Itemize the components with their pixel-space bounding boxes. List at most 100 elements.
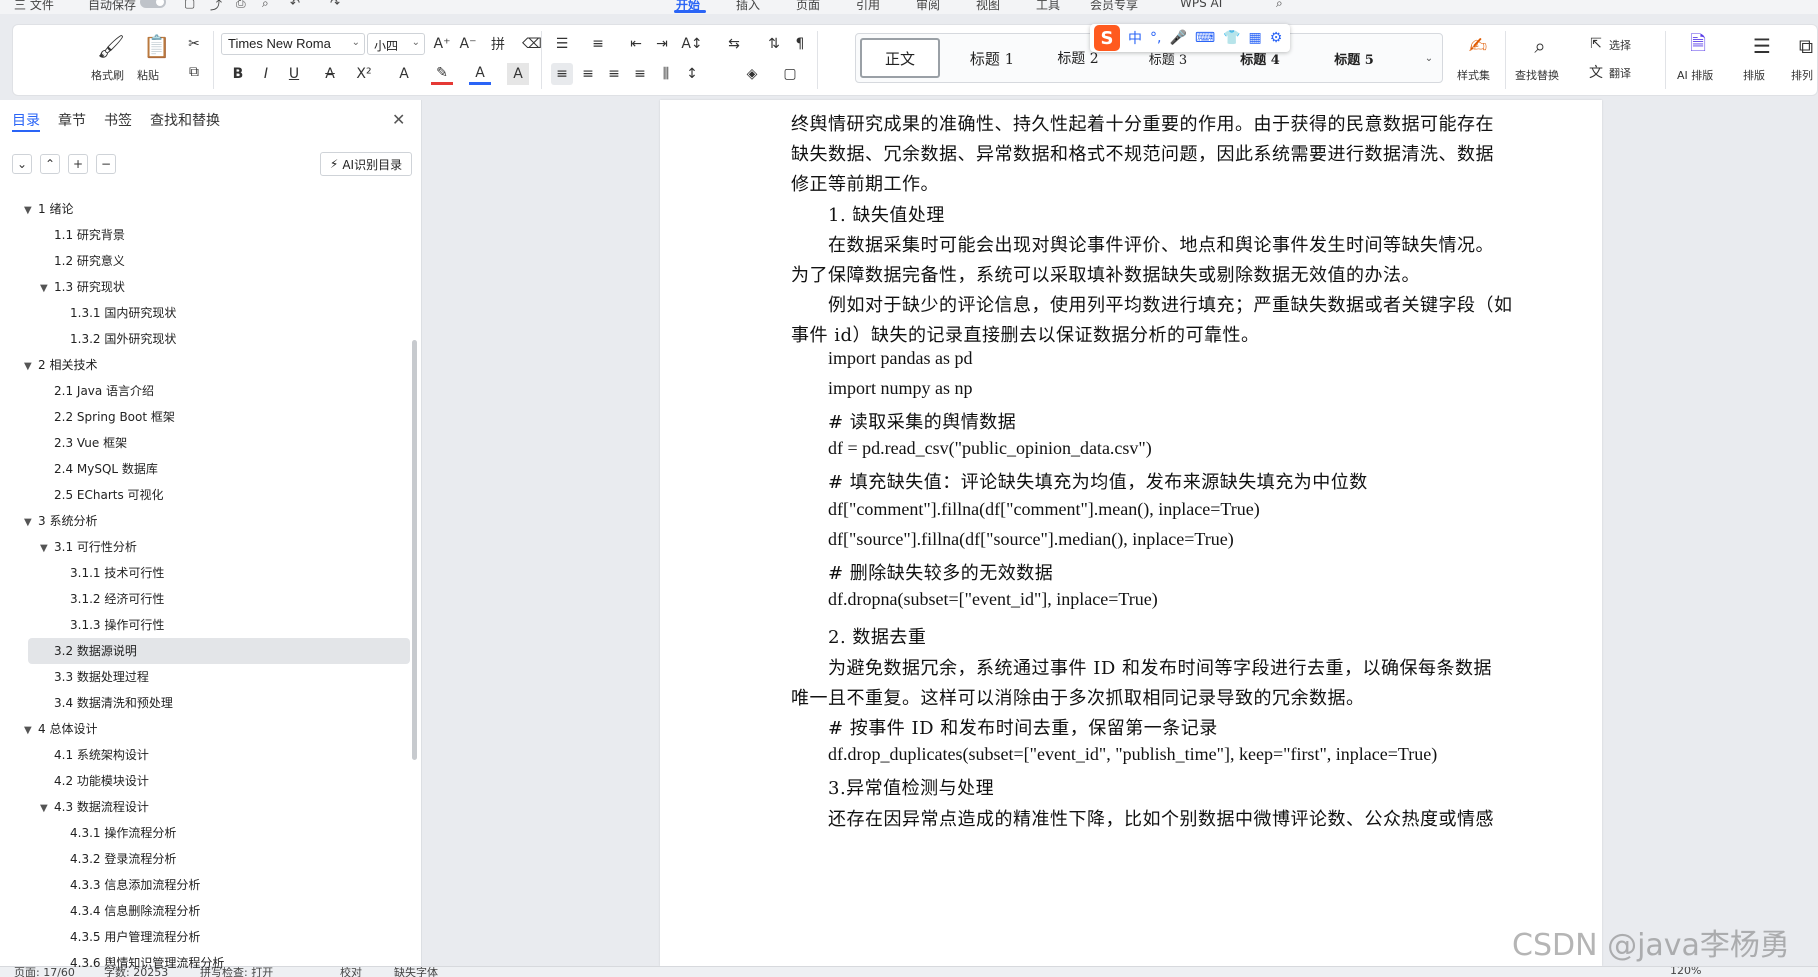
toc-item[interactable]: ▼ 1 绪论 — [0, 196, 410, 222]
layout-label[interactable]: 排版 — [1743, 67, 1765, 83]
arrange-icon[interactable]: ⧉ — [1793, 31, 1818, 61]
style-heading-1[interactable]: 标题 1 — [952, 38, 1032, 78]
toc-item[interactable]: ▼ 4 总体设计 — [0, 716, 410, 742]
autosave-toggle[interactable] — [140, 0, 166, 8]
nav-scrollbar[interactable] — [412, 340, 417, 760]
italic-icon[interactable]: I — [255, 63, 277, 85]
font-family-select[interactable]: Times New Roma ⌄ — [221, 33, 365, 55]
toc-item[interactable]: 2.4 MySQL 数据库 — [0, 456, 410, 482]
toc-item[interactable]: 4.3.5 用户管理流程分析 — [0, 924, 410, 950]
copy-icon[interactable]: ⧉ — [183, 61, 205, 83]
select-label[interactable]: 选择 — [1609, 37, 1631, 53]
tab-page[interactable]: 页面 — [796, 0, 820, 13]
share-icon[interactable]: ⤴ — [210, 0, 222, 13]
line-spacing-icon[interactable]: ↕ — [681, 63, 703, 85]
tab-tools[interactable]: 工具 — [1036, 0, 1060, 13]
ime-mode-label[interactable]: 中 — [1128, 28, 1142, 48]
tab-find-replace[interactable]: 查找和替换 — [150, 110, 220, 130]
paste-icon[interactable]: 📋 — [139, 33, 175, 61]
toc-item[interactable]: 1.2 研究意义 — [0, 248, 410, 274]
toc-item[interactable]: 2.5 ECharts 可视化 — [0, 482, 410, 508]
show-marks-icon[interactable]: ¶ — [789, 33, 811, 55]
add-icon[interactable]: + — [68, 154, 88, 174]
border-icon[interactable]: ▢ — [779, 63, 801, 85]
undo-icon[interactable]: ↶ — [290, 0, 300, 10]
shrink-font-icon[interactable]: A⁻ — [457, 33, 479, 55]
tab-toc[interactable]: 目录 — [12, 110, 40, 130]
translate-icon[interactable]: 文 — [1585, 61, 1607, 83]
font-color-icon[interactable]: A — [469, 63, 491, 85]
toc-item[interactable]: 4.3.4 信息删除流程分析 — [0, 898, 410, 924]
toc-item[interactable]: 3.1.2 经济可行性 — [0, 586, 410, 612]
settings-icon[interactable]: ⚙ — [1270, 30, 1283, 46]
apps-icon[interactable]: ▦ — [1249, 30, 1262, 46]
distribute-icon[interactable]: ⫼ — [655, 63, 677, 85]
tab-chapters[interactable]: 章节 — [58, 110, 86, 130]
toc-item[interactable]: ▼ 1.3 研究现状 — [0, 274, 410, 300]
justify-icon[interactable]: ≡ — [629, 63, 651, 85]
preview-icon[interactable]: ⌕ — [262, 0, 269, 11]
toc-item[interactable]: 4.3.3 信息添加流程分析 — [0, 872, 410, 898]
highlight-icon[interactable]: ✎ — [431, 63, 453, 85]
toc-item[interactable]: 2.1 Java 语言介绍 — [0, 378, 410, 404]
toc-item[interactable]: 3.2 数据源说明 — [0, 638, 410, 664]
translate-label[interactable]: 翻译 — [1609, 65, 1631, 81]
char-shading-icon[interactable]: A — [507, 63, 529, 85]
ai-layout-label[interactable]: AI 排版 — [1677, 67, 1713, 83]
shading-icon[interactable]: ◈ — [741, 63, 763, 85]
toc-item[interactable]: 2.3 Vue 框架 — [0, 430, 410, 456]
toc-item[interactable]: 1.1 研究背景 — [0, 222, 410, 248]
keyboard-icon[interactable]: ⌨ — [1195, 30, 1215, 46]
close-icon[interactable]: ✕ — [392, 110, 405, 129]
toc-item[interactable]: 4.2 功能模块设计 — [0, 768, 410, 794]
find-icon[interactable]: ⌕ — [1525, 31, 1555, 61]
toc-item[interactable]: 4.3.1 操作流程分析 — [0, 820, 410, 846]
punctuation-icon[interactable]: °, — [1150, 30, 1161, 46]
font-size-select[interactable]: 小四 ⌄ — [367, 33, 425, 55]
print-icon[interactable]: ⎙ — [236, 0, 246, 11]
arrange-label[interactable]: 排列 — [1791, 67, 1813, 83]
toc-item[interactable]: 1.3.2 国外研究现状 — [0, 326, 410, 352]
sogou-ime-logo[interactable]: S — [1094, 25, 1120, 51]
tab-insert[interactable]: 插入 — [736, 0, 760, 13]
style-set-label[interactable]: 样式集 — [1457, 67, 1490, 83]
toc-item[interactable]: 4.1 系统架构设计 — [0, 742, 410, 768]
page-indicator[interactable]: 页面: 17/60 — [14, 967, 75, 977]
toc-item[interactable]: ▼ 2 相关技术 — [0, 352, 410, 378]
format-painter-label[interactable]: 格式刷 — [91, 67, 124, 83]
missing-font[interactable]: 缺失字体 — [394, 967, 438, 977]
toc-item[interactable]: 4.3.2 登录流程分析 — [0, 846, 410, 872]
tab-membership[interactable]: 会员专享 — [1090, 0, 1138, 13]
toc-item[interactable]: 2.2 Spring Boot 框架 — [0, 404, 410, 430]
search-icon[interactable]: ⌕ — [1276, 0, 1283, 11]
microphone-icon[interactable]: 🎤 — [1169, 30, 1186, 46]
tab-bookmarks[interactable]: 书签 — [104, 110, 132, 130]
bullet-list-icon[interactable]: ☰ — [551, 33, 573, 55]
select-icon[interactable]: ⇱ — [1585, 33, 1607, 55]
toc-item[interactable]: 3.3 数据处理过程 — [0, 664, 410, 690]
expand-triangle-icon[interactable]: ▼ — [40, 803, 48, 814]
redo-icon[interactable]: ↷ — [330, 0, 340, 10]
superscript-icon[interactable]: X² — [353, 63, 375, 85]
toc-item[interactable]: 3.1.3 操作可行性 — [0, 612, 410, 638]
expand-triangle-icon[interactable]: ▼ — [24, 361, 32, 372]
expand-triangle-icon[interactable]: ▼ — [40, 543, 48, 554]
file-menu[interactable]: 三 文件 — [14, 0, 54, 13]
ai-layout-icon[interactable]: 🗎 — [1683, 31, 1713, 61]
strikethrough-icon[interactable]: A — [319, 63, 341, 85]
toc-item[interactable]: ▼ 3 系统分析 — [0, 508, 410, 534]
expand-triangle-icon[interactable]: ▼ — [24, 205, 32, 216]
toc-item[interactable]: ▼ 3.1 可行性分析 — [0, 534, 410, 560]
tab-review[interactable]: 审阅 — [916, 0, 940, 13]
underline-icon[interactable]: U — [283, 63, 305, 85]
save-icon[interactable]: ▢ — [184, 0, 195, 10]
tab-references[interactable]: 引用 — [856, 0, 880, 13]
style-heading-5[interactable]: 标题 5 — [1314, 38, 1394, 78]
ai-toc-button[interactable]: ⚡ AI识别目录 — [320, 152, 412, 176]
tab-view[interactable]: 视图 — [976, 0, 1000, 13]
toc-item[interactable]: ▼ 4.3 数据流程设计 — [0, 794, 410, 820]
align-right-icon[interactable]: ≡ — [603, 63, 625, 85]
bold-icon[interactable]: B — [227, 63, 249, 85]
style-normal[interactable]: 正文 — [860, 38, 940, 78]
zoom-level[interactable]: 120% — [1670, 967, 1701, 977]
